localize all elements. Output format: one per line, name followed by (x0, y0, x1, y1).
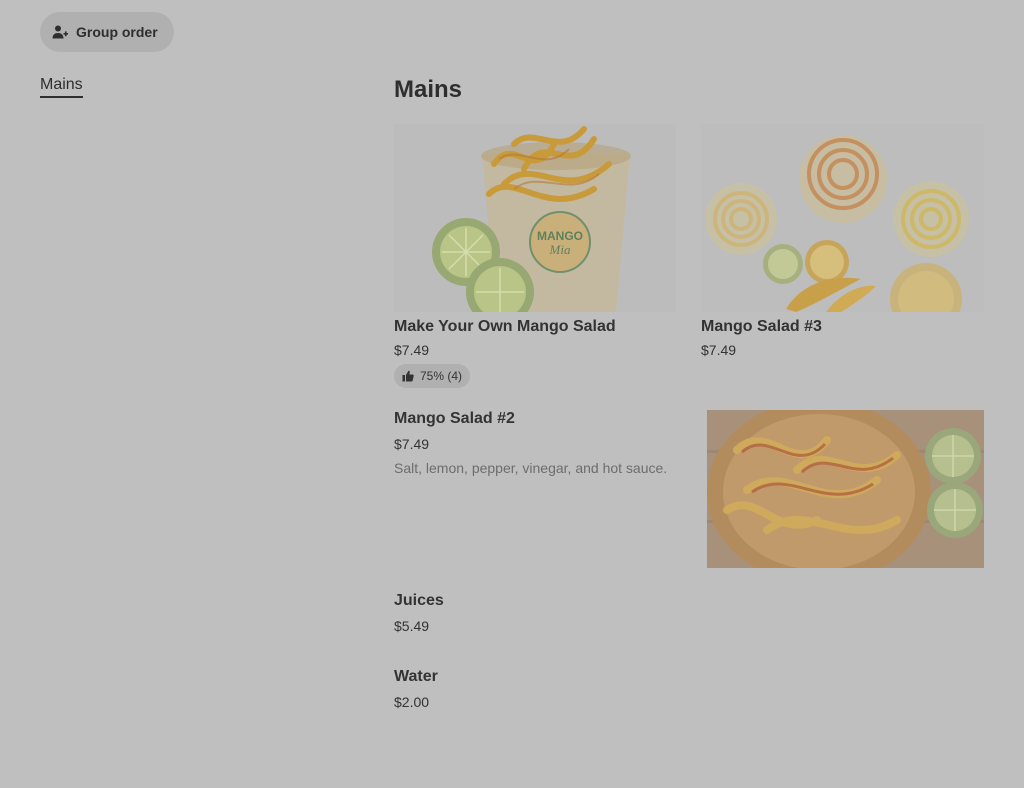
group-order-button[interactable]: Group order (40, 12, 174, 52)
menu-item-card[interactable]: Mango Salad #2 $7.49 Salt, lemon, pepper… (394, 410, 984, 568)
section-title: Mains (394, 76, 463, 103)
svg-text:Mia: Mia (549, 242, 571, 257)
item-price: $7.49 (394, 342, 430, 358)
svg-text:MANGO: MANGO (537, 229, 583, 243)
mango-salad-cup-photo: MANGO Mia (394, 124, 676, 312)
item-price: $5.49 (394, 618, 430, 634)
rating-badge: 75% (4) (394, 364, 471, 388)
item-name: Make Your Own Mango Salad (394, 318, 616, 335)
item-name: Water (394, 668, 438, 685)
item-price: $7.49 (701, 342, 737, 358)
menu-item-card[interactable]: Juices $5.49 (394, 592, 684, 634)
item-price: $2.00 (394, 694, 430, 710)
item-price: $7.49 (394, 436, 430, 452)
group-order-label: Group order (76, 24, 158, 40)
mango-salad-plate-photo (707, 410, 984, 568)
item-name: Juices (394, 592, 444, 609)
thumbs-up-icon (402, 370, 414, 382)
store-menu-page: Group order Mains Mains MANGO Mia Make Y… (0, 0, 1024, 788)
menu-item-card[interactable]: Water $2.00 (394, 668, 684, 710)
mango-salad-bowls-photo (701, 124, 984, 312)
item-name: Mango Salad #2 (394, 410, 515, 427)
menu-item-card[interactable]: Mango Salad #3 $7.49 (701, 124, 984, 358)
category-nav: Mains (40, 76, 83, 98)
category-link-mains[interactable]: Mains (40, 76, 83, 98)
person-add-icon (52, 24, 68, 40)
menu-item-card[interactable]: MANGO Mia Make Your Own Mango Salad $7.4… (394, 124, 676, 388)
item-description: Salt, lemon, pepper, vinegar, and hot sa… (394, 460, 668, 476)
rating-text: 75% (4) (420, 369, 463, 383)
item-name: Mango Salad #3 (701, 318, 822, 335)
